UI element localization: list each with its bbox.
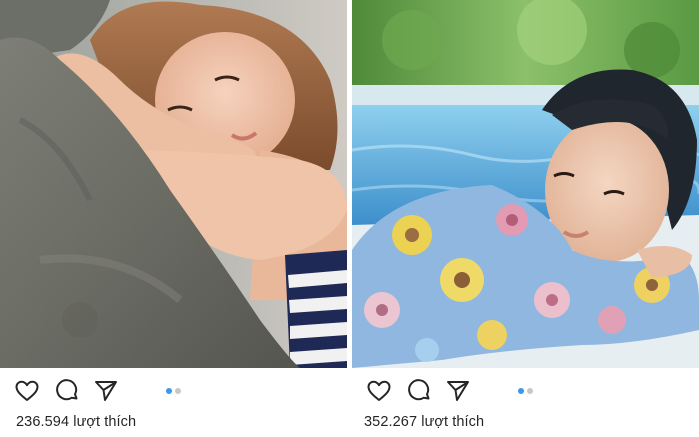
carousel-dot <box>527 388 533 394</box>
post-photo-left[interactable] <box>0 0 347 368</box>
photo-girl-by-pool <box>352 0 699 368</box>
likes-count[interactable]: 352.267 lượt thích <box>364 414 484 430</box>
carousel-indicator <box>352 388 699 394</box>
carousel-dot-active <box>518 388 524 394</box>
carousel-dot <box>175 388 181 394</box>
photo-woman-on-rock <box>0 0 347 368</box>
post-card-right: 352.267 lượt thích <box>352 0 699 437</box>
carousel-dot-active <box>166 388 172 394</box>
likes-count[interactable]: 236.594 lượt thích <box>16 414 136 430</box>
post-card-left: 236.594 lượt thích <box>0 0 347 437</box>
carousel-indicator <box>0 388 347 394</box>
post-photo-right[interactable] <box>352 0 699 368</box>
instagram-posts-comparison: 236.594 lượt thích 352.267 lượt thích <box>0 0 699 437</box>
post-actions-left <box>0 368 347 412</box>
post-actions-right <box>352 368 699 412</box>
